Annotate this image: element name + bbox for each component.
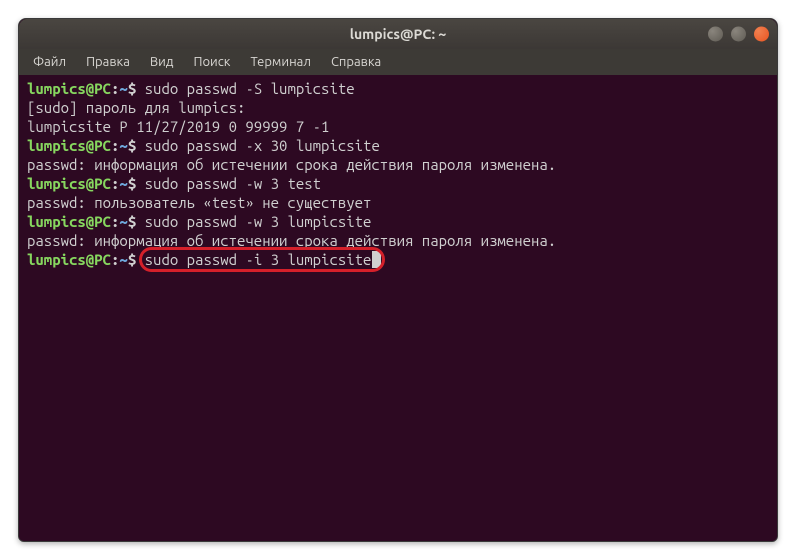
prompt-symbol: $ xyxy=(128,213,136,230)
terminal-line: lumpics@PC:~$ sudo passwd -x 30 lumpicsi… xyxy=(27,136,769,155)
terminal-line: lumpics@PC:~$ sudo passwd -w 3 lumpicsit… xyxy=(27,212,769,231)
menu-edit[interactable]: Правка xyxy=(78,52,138,72)
prompt-user: lumpics@PC xyxy=(27,80,111,97)
highlighted-command: sudo passwd -i 3 lumpicsite xyxy=(145,250,372,269)
prompt-user: lumpics@PC xyxy=(27,137,111,154)
terminal-output: [sudo] пароль для lumpics: xyxy=(27,98,769,117)
window-title: lumpics@PC: ~ xyxy=(350,26,447,42)
prompt-symbol: $ xyxy=(128,251,136,268)
prompt-path: ~ xyxy=(119,213,127,230)
terminal-body[interactable]: lumpics@PC:~$ sudo passwd -S lumpicsite … xyxy=(19,75,777,541)
terminal-line: lumpics@PC:~$ sudo passwd -S lumpicsite xyxy=(27,79,769,98)
cursor-icon xyxy=(372,251,381,268)
menu-help[interactable]: Справка xyxy=(323,52,389,72)
command-text: sudo passwd -w 3 lumpicsite xyxy=(145,213,372,230)
menu-view[interactable]: Вид xyxy=(142,52,182,72)
prompt-path: ~ xyxy=(119,251,127,268)
command-text: sudo passwd -w 3 test xyxy=(145,175,321,192)
command-text: sudo passwd -x 30 lumpicsite xyxy=(145,137,380,154)
window-controls xyxy=(708,27,769,42)
terminal-output: passwd: информация об истечении срока де… xyxy=(27,155,769,174)
minimize-button[interactable] xyxy=(708,27,723,42)
prompt-path: ~ xyxy=(119,80,127,97)
maximize-button[interactable] xyxy=(731,27,746,42)
command-text: sudo passwd -i 3 lumpicsite xyxy=(145,251,372,268)
prompt-symbol: $ xyxy=(128,175,136,192)
terminal-output: passwd: пользователь «test» не существуе… xyxy=(27,193,769,212)
prompt-user: lumpics@PC xyxy=(27,175,111,192)
prompt-symbol: $ xyxy=(128,137,136,154)
close-button[interactable] xyxy=(754,27,769,42)
menu-file[interactable]: Файл xyxy=(25,52,74,72)
terminal-output: lumpicsite P 11/27/2019 0 99999 7 -1 xyxy=(27,117,769,136)
prompt-symbol: $ xyxy=(128,80,136,97)
terminal-line: lumpics@PC:~$ sudo passwd -i 3 lumpicsit… xyxy=(27,250,769,269)
menubar: Файл Правка Вид Поиск Терминал Справка xyxy=(19,49,777,75)
menu-search[interactable]: Поиск xyxy=(185,52,238,72)
titlebar[interactable]: lumpics@PC: ~ xyxy=(19,19,777,49)
prompt-path: ~ xyxy=(119,137,127,154)
menu-terminal[interactable]: Терминал xyxy=(242,52,318,72)
terminal-line: lumpics@PC:~$ sudo passwd -w 3 test xyxy=(27,174,769,193)
terminal-output: passwd: информация об истечении срока де… xyxy=(27,231,769,250)
prompt-user: lumpics@PC xyxy=(27,213,111,230)
prompt-user: lumpics@PC xyxy=(27,251,111,268)
terminal-window: lumpics@PC: ~ Файл Правка Вид Поиск Терм… xyxy=(18,18,778,542)
command-text: sudo passwd -S lumpicsite xyxy=(145,80,355,97)
prompt-path: ~ xyxy=(119,175,127,192)
